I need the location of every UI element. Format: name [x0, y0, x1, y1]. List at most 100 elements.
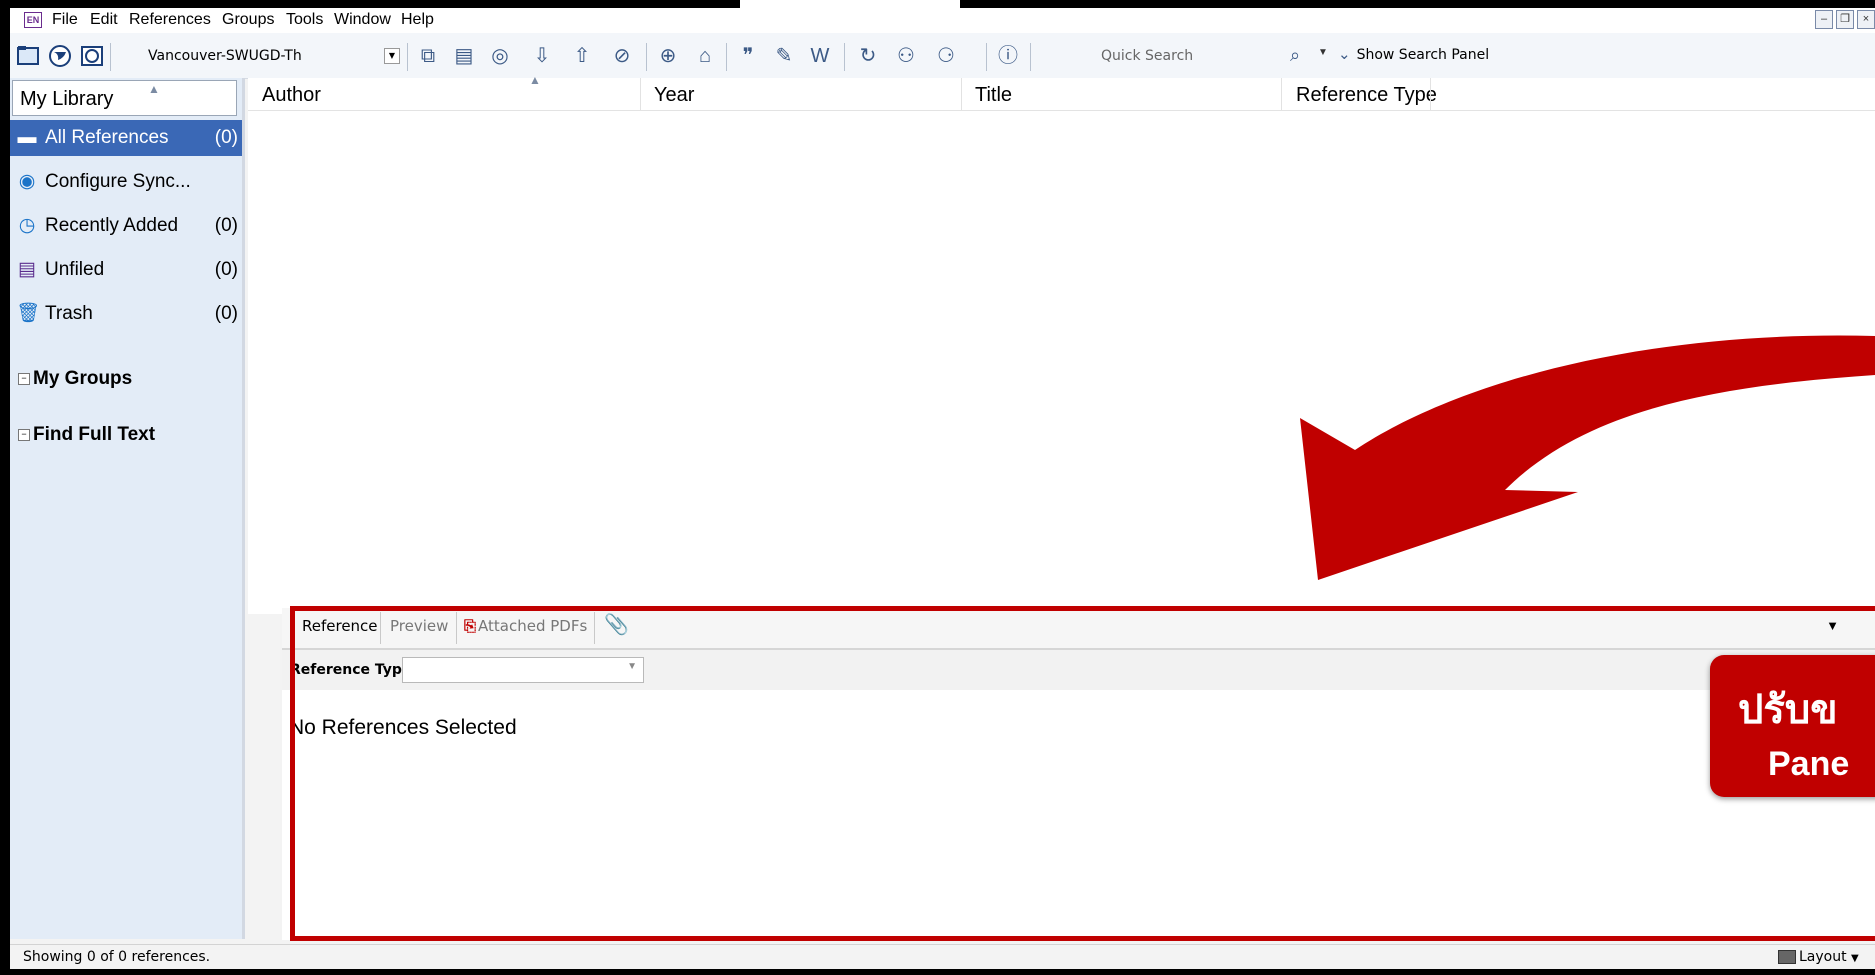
quick-search-placeholder: Quick Search — [1101, 48, 1194, 64]
column-author[interactable]: Author — [262, 84, 321, 107]
callout-line-1: ปรับข — [1738, 688, 1838, 732]
groups-panel: My Library ▲ ▬ All References (0) ◉ Conf… — [10, 78, 245, 939]
find-full-text-icon[interactable]: ⊘ — [610, 44, 634, 68]
copy-library-icon[interactable]: ⧉ — [416, 44, 440, 68]
insert-citation-icon[interactable]: ❞ — [736, 44, 760, 68]
sidebar-item-label: Unfiled — [45, 259, 105, 280]
sidebar-item-trash[interactable]: 🗑 Trash (0) — [10, 296, 242, 332]
local-library-mode-icon[interactable] — [16, 44, 40, 68]
sidebar-item-unfiled[interactable]: ▤ Unfiled (0) — [10, 252, 242, 288]
share-library-icon[interactable]: ⚇ — [894, 44, 918, 68]
reference-list: Author ▲ Year Title Reference Type — [248, 73, 1875, 614]
chevron-down-icon: ▼ — [384, 48, 400, 64]
my-library-label: My Library — [20, 88, 114, 110]
import-icon[interactable]: ⇩ — [530, 44, 554, 68]
toolbar-separator — [407, 43, 408, 71]
chevron-down-icon: ▼ — [627, 661, 637, 672]
background-window-tab — [737, 0, 960, 8]
format-bibliography-icon[interactable]: ✎ — [772, 44, 796, 68]
online-search-mode-icon[interactable] — [48, 44, 72, 68]
sidebar-item-count: (0) — [214, 215, 238, 236]
trash-icon: 🗑 — [16, 303, 41, 324]
integrated-library-mode-icon[interactable] — [80, 44, 104, 68]
collapse-icon[interactable]: − — [18, 428, 30, 441]
help-icon[interactable]: ⓘ — [996, 44, 1020, 68]
no-references-selected-text: No References Selected — [289, 716, 517, 739]
close-icon[interactable]: × — [1857, 10, 1875, 29]
reference-type-label: Reference Type: — [290, 662, 418, 678]
sort-up-icon: ▲ — [529, 73, 541, 87]
column-separator — [1281, 78, 1282, 110]
all-references-icon: ▬ — [17, 127, 37, 148]
column-separator — [1430, 78, 1431, 110]
column-header-row: Author ▲ Year Title Reference Type — [248, 73, 1875, 111]
new-reference-icon[interactable]: ▤ — [452, 44, 476, 68]
pdf-icon: ⎘ — [464, 617, 477, 635]
group-set-my-groups[interactable]: − My Groups — [18, 368, 238, 390]
sidebar-item-label: All References — [45, 127, 169, 148]
menu-help[interactable]: Help — [401, 11, 434, 29]
toolbar-separator — [1030, 43, 1031, 71]
menu-window[interactable]: Window — [334, 11, 391, 29]
sidebar-item-configure-sync[interactable]: ◉ Configure Sync... — [10, 164, 242, 200]
layout-button[interactable]: Layout ▼ — [1778, 949, 1859, 965]
menu-references[interactable]: References — [129, 11, 211, 29]
group-set-label: Find Full Text — [33, 424, 156, 445]
double-chevron-down-icon: ⌄ — [1338, 45, 1351, 63]
group-set-find-full-text[interactable]: − Find Full Text — [18, 424, 238, 446]
paperclip-icon[interactable]: 📎 — [604, 612, 629, 636]
show-search-panel-label: Show Search Panel — [1356, 47, 1490, 63]
minimize-icon[interactable]: – — [1815, 10, 1833, 29]
sidebar-item-recently-added[interactable]: ◷ Recently Added (0) — [10, 208, 242, 244]
menu-file[interactable]: File — [52, 11, 78, 29]
menu-edit[interactable]: Edit — [90, 11, 118, 29]
sidebar-item-label: Configure Sync... — [45, 171, 191, 192]
menu-bar: EN File Edit References Groups Tools Win… — [10, 8, 1875, 33]
online-search-icon[interactable]: ◎ — [488, 44, 512, 68]
column-reference-type[interactable]: Reference Type — [1296, 84, 1437, 107]
sync-icon: ◉ — [18, 171, 36, 192]
layout-icon — [1778, 950, 1796, 964]
reference-type-select[interactable]: ▼ — [402, 657, 644, 683]
clock-icon: ◷ — [18, 215, 36, 236]
panel-menu-icon[interactable]: ▼ — [1826, 618, 1839, 633]
restore-icon[interactable]: ❐ — [1836, 10, 1854, 29]
toolbar: Vancouver-SWUGD-Th ▼ ⧉ ▤ ◎ ⇩ ⇧ ⊘ ⊕ ⌂ ❞ ✎… — [10, 33, 1875, 79]
column-year[interactable]: Year — [654, 84, 694, 107]
sidebar-item-count: (0) — [214, 303, 238, 324]
toolbar-separator — [844, 43, 845, 71]
column-title[interactable]: Title — [975, 84, 1012, 107]
panel-tabs: Reference Preview ⎘ Attached PDFs 📎 ▼ — [282, 608, 1875, 650]
open-file-icon[interactable]: ⌂ — [693, 44, 717, 68]
sync-icon[interactable]: ↻ — [856, 44, 880, 68]
menu-tools[interactable]: Tools — [286, 11, 323, 29]
tab-attached-pdfs[interactable]: ⎘ Attached PDFs — [464, 617, 587, 635]
show-search-panel-button[interactable]: ⌄ Show Search Panel — [1338, 45, 1489, 63]
search-icon[interactable]: ⌕ — [1290, 45, 1300, 66]
output-style-select[interactable]: Vancouver-SWUGD-Th ▼ — [148, 44, 400, 68]
callout-line-2: Pane — [1768, 745, 1850, 783]
my-library-header[interactable]: My Library ▲ — [12, 80, 237, 116]
sidebar-item-count: (0) — [214, 259, 238, 280]
toolbar-separator — [986, 43, 987, 71]
sidebar-item-count: (0) — [214, 127, 238, 148]
share-group-icon[interactable]: ⚆ — [934, 44, 958, 68]
status-text: Showing 0 of 0 references. — [23, 949, 211, 965]
chevron-down-icon[interactable]: ▼ — [1318, 47, 1328, 58]
menu-groups[interactable]: Groups — [222, 11, 274, 29]
toolbar-separator — [110, 43, 111, 71]
sort-up-icon: ▲ — [148, 82, 160, 96]
chevron-down-icon: ▼ — [1851, 953, 1859, 964]
open-link-icon[interactable]: ⊕ — [656, 44, 680, 68]
tab-preview[interactable]: Preview — [390, 617, 448, 635]
tab-attached-pdfs-label: Attached PDFs — [478, 617, 588, 635]
tab-separator — [594, 612, 595, 644]
tab-separator — [456, 612, 457, 644]
output-style-value: Vancouver-SWUGD-Th — [148, 48, 302, 64]
collapse-icon[interactable]: − — [18, 372, 30, 385]
sidebar-item-all-references[interactable]: ▬ All References (0) — [10, 120, 242, 156]
quick-search-input[interactable]: Quick Search ⌕ ▼ — [1095, 45, 1335, 69]
word-icon[interactable]: W — [808, 44, 832, 68]
tab-reference[interactable]: Reference — [302, 617, 378, 635]
export-icon[interactable]: ⇧ — [570, 44, 594, 68]
